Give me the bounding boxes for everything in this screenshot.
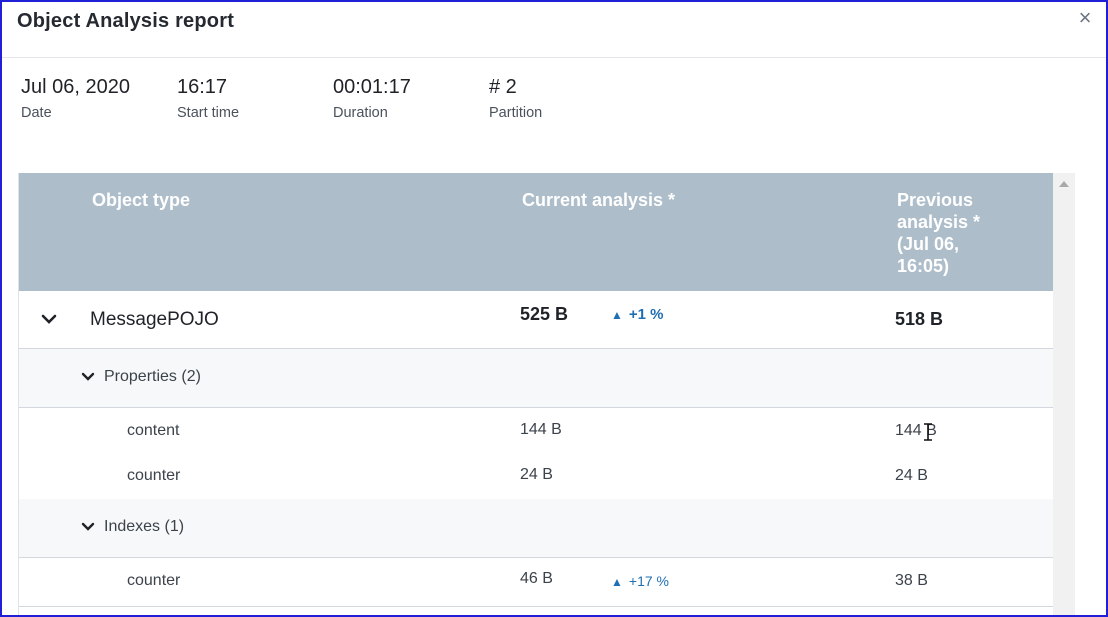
table-header: Object type Current analysis * Previous … xyxy=(19,173,1053,291)
object-change-value: +1 % xyxy=(628,306,664,323)
index-previous: 38 B xyxy=(895,572,928,589)
dialog-title: Object Analysis report xyxy=(17,10,235,32)
date-label: Date xyxy=(21,105,52,121)
chevron-down-icon[interactable] xyxy=(40,310,58,328)
group-label-indexes: Indexes (1) xyxy=(104,518,185,535)
property-previous: 24 B xyxy=(895,467,928,484)
analysis-table: Object type Current analysis * Previous … xyxy=(18,173,1053,615)
text-cursor-icon xyxy=(922,423,934,446)
summary-partition: # 2 Partition xyxy=(489,76,542,121)
property-current: 24 B xyxy=(520,466,553,483)
summary-date: Jul 06, 2020 Date xyxy=(21,76,130,121)
header-previous-analysis[interactable]: Previous analysis * (Jul 06, 16:05) xyxy=(897,189,997,277)
vertical-scrollbar[interactable] xyxy=(1053,173,1075,615)
object-row[interactable]: MessagePOJO 525 B ▲ +1 % 518 B xyxy=(19,291,1053,349)
chevron-down-icon[interactable] xyxy=(80,519,98,537)
summary-duration: 00:01:17 Duration xyxy=(333,76,411,121)
dialog: Object Analysis report × Jul 06, 2020 Da… xyxy=(0,0,1108,617)
start-time-label: Start time xyxy=(177,105,240,121)
date-value: Jul 06, 2020 xyxy=(21,76,130,98)
table-row[interactable]: counter 24 B 24 B xyxy=(19,453,1053,499)
start-time-value: 16:17 xyxy=(177,76,228,98)
table-row[interactable]: content 144 B 144 B xyxy=(19,408,1053,453)
object-change: ▲ +1 % xyxy=(611,306,664,323)
chevron-down-icon[interactable] xyxy=(80,369,98,387)
index-current: 46 B xyxy=(520,570,553,587)
object-previous-size: 518 B xyxy=(895,309,944,329)
index-name: counter xyxy=(127,572,181,589)
header-current-analysis[interactable]: Current analysis * xyxy=(522,189,675,211)
group-label-properties: Properties (2) xyxy=(104,368,201,385)
index-change: ▲ +17 % xyxy=(611,573,669,589)
triangle-up-icon: ▲ xyxy=(611,308,623,322)
duration-value: 00:01:17 xyxy=(333,76,411,98)
duration-label: Duration xyxy=(333,105,388,121)
header-object-type[interactable]: Object type xyxy=(92,189,190,211)
property-name: content xyxy=(127,422,180,439)
object-name: MessagePOJO xyxy=(90,309,219,330)
dialog-header: Object Analysis report × xyxy=(2,2,1106,58)
summary-start-time: 16:17 Start time xyxy=(177,76,239,121)
group-row-indexes[interactable]: Indexes (1) xyxy=(19,499,1053,558)
close-icon[interactable]: × xyxy=(1073,6,1097,30)
index-change-value: +17 % xyxy=(628,573,669,589)
partition-label: Partition xyxy=(489,105,543,121)
partition-value: # 2 xyxy=(489,76,517,98)
triangle-up-icon: ▲ xyxy=(611,575,623,589)
scroll-up-arrow-icon[interactable] xyxy=(1059,181,1069,187)
table-row[interactable]: counter 46 B ▲ +17 % 38 B xyxy=(19,558,1053,607)
object-current-size: 525 B xyxy=(520,304,569,324)
group-row-properties[interactable]: Properties (2) xyxy=(19,349,1053,408)
property-name: counter xyxy=(127,467,181,484)
property-current: 144 B xyxy=(520,421,562,438)
